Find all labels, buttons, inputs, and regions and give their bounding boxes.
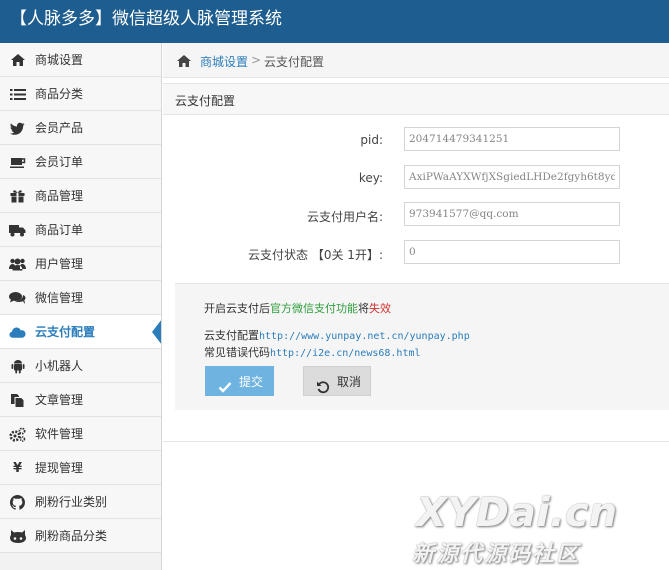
sidebar-item-cloud-payment-config[interactable]: 云支付配置 (0, 315, 161, 349)
sidebar-item-label: 商品管理 (35, 189, 84, 203)
panel-header: 云支付配置 (163, 83, 669, 115)
android-icon (9, 358, 26, 374)
github-icon (9, 494, 26, 510)
sidebar-item-label: 文章管理 (35, 393, 84, 407)
pid-field[interactable] (404, 127, 620, 151)
sidebar-item-fan-product-category[interactable]: 刷粉商品分类 (0, 519, 161, 553)
sidebar-item-product-orders[interactable]: 商品订单 (0, 213, 161, 247)
config-link-url[interactable]: http://www.yunpay.net.cn/yunpay.php (259, 331, 470, 342)
undo-icon (316, 375, 330, 394)
status-field[interactable] (404, 240, 620, 264)
form-row-key: key: (163, 165, 669, 191)
error-codes-line: 常见错误代码http://i2e.cn/news68.html (204, 344, 421, 360)
note-highlight-green: 官方微信支付功能 (270, 302, 358, 315)
sidebar-item-mall-settings[interactable]: 商城设置 (0, 43, 161, 77)
breadcrumb-link-mall-settings[interactable]: 商城设置 (200, 53, 248, 70)
key-label: key: (358, 171, 383, 185)
sidebar-item-label: 商品分类 (35, 87, 84, 101)
sidebar-item-robot[interactable]: 小机器人 (0, 349, 161, 383)
note-highlight-red: 失效 (369, 302, 391, 315)
note-mid: 将 (358, 302, 369, 315)
sidebar-item-wechat-management[interactable]: 微信管理 (0, 281, 161, 315)
username-field[interactable] (404, 202, 620, 226)
form-actions: 开启云支付后官方微信支付功能将失效 云支付配置http://www.yunpay… (175, 283, 669, 410)
warning-note: 开启云支付后官方微信支付功能将失效 (204, 300, 391, 316)
sidebar-item-software-management[interactable]: 软件管理 (0, 417, 161, 451)
sidebar: 商城设置 商品分类 会员产品 会员订单 商品管理 商品订单 用户管理 微信管理 … (0, 43, 162, 570)
sidebar-item-label: 商城设置 (35, 53, 84, 67)
error-codes-label: 常见错误代码 (204, 346, 270, 359)
app-title: 【人脉多多】微信超级人脉管理系统 (10, 9, 282, 29)
twitter-bird-icon (9, 120, 26, 136)
form-row-username: 云支付用户名: (163, 202, 669, 228)
cogs-icon (9, 426, 26, 442)
home-icon (9, 52, 26, 68)
sidebar-item-label: 提现管理 (35, 461, 84, 475)
sidebar-item-member-orders[interactable]: 会员订单 (0, 145, 161, 179)
sidebar-item-label: 刷粉商品分类 (35, 529, 108, 543)
copy-icon (9, 392, 26, 408)
sidebar-item-label: 用户管理 (35, 257, 84, 271)
form-row-status: 云支付状态 【0关 1开】: (163, 240, 669, 266)
users-icon (9, 256, 26, 272)
sidebar-item-label: 软件管理 (35, 427, 84, 441)
sidebar-item-withdrawal-management[interactable]: ¥ 提现管理 (0, 451, 161, 485)
sidebar-item-label: 小机器人 (35, 359, 84, 373)
sidebar-item-product-categories[interactable]: 商品分类 (0, 77, 161, 111)
config-link-line: 云支付配置http://www.yunpay.net.cn/yunpay.php (204, 327, 470, 343)
sidebar-item-label: 微信管理 (35, 291, 84, 305)
panel-bottom-divider (163, 441, 669, 442)
panel-title: 云支付配置 (175, 94, 236, 108)
breadcrumb-current: 云支付配置 (264, 55, 325, 69)
breadcrumb: 商城设置 > 云支付配置 (163, 43, 669, 78)
config-link-label: 云支付配置 (204, 329, 259, 342)
github-alt-icon (9, 528, 26, 544)
sidebar-item-label: 会员产品 (35, 121, 84, 135)
comments-icon (9, 290, 26, 306)
sidebar-item-label: 云支付配置 (35, 325, 96, 339)
sidebar-item-label: 刷粉行业类别 (35, 495, 108, 509)
gift-icon (9, 188, 26, 204)
breadcrumb-separator: > (251, 53, 262, 67)
key-field[interactable] (404, 165, 620, 189)
form-row-pid: pid: (163, 127, 669, 153)
sidebar-item-user-management[interactable]: 用户管理 (0, 247, 161, 281)
sidebar-item-article-management[interactable]: 文章管理 (0, 383, 161, 417)
top-header: 【人脉多多】微信超级人脉管理系统 (0, 0, 669, 43)
sidebar-item-product-management[interactable]: 商品管理 (0, 179, 161, 213)
active-indicator (152, 319, 161, 345)
yen-icon: ¥ (12, 460, 23, 476)
cancel-label: 取消 (337, 375, 362, 389)
cloud-icon (9, 324, 26, 340)
main-content: 商城设置 > 云支付配置 云支付配置 pid: key: 云支付用户名: 云支付… (163, 43, 669, 570)
list-icon (9, 86, 26, 102)
check-icon (218, 375, 232, 393)
error-codes-url[interactable]: http://i2e.cn/news68.html (270, 348, 421, 359)
truck-icon (9, 222, 26, 238)
note-prefix: 开启云支付后 (204, 302, 270, 315)
submit-button[interactable]: 提交 (205, 366, 274, 396)
sidebar-item-fan-industry-category[interactable]: 刷粉行业类别 (0, 485, 161, 519)
coffee-cup-icon (9, 154, 26, 170)
status-label: 云支付状态 【0关 1开】: (248, 248, 383, 262)
pid-label: pid: (360, 133, 383, 147)
sidebar-item-label: 会员订单 (35, 155, 84, 169)
username-label: 云支付用户名: (306, 210, 383, 224)
cancel-button[interactable]: 取消 (303, 366, 371, 396)
sidebar-item-member-products[interactable]: 会员产品 (0, 111, 161, 145)
home-icon[interactable] (176, 53, 192, 67)
sidebar-item-label: 商品订单 (35, 223, 84, 237)
submit-label: 提交 (239, 375, 264, 389)
